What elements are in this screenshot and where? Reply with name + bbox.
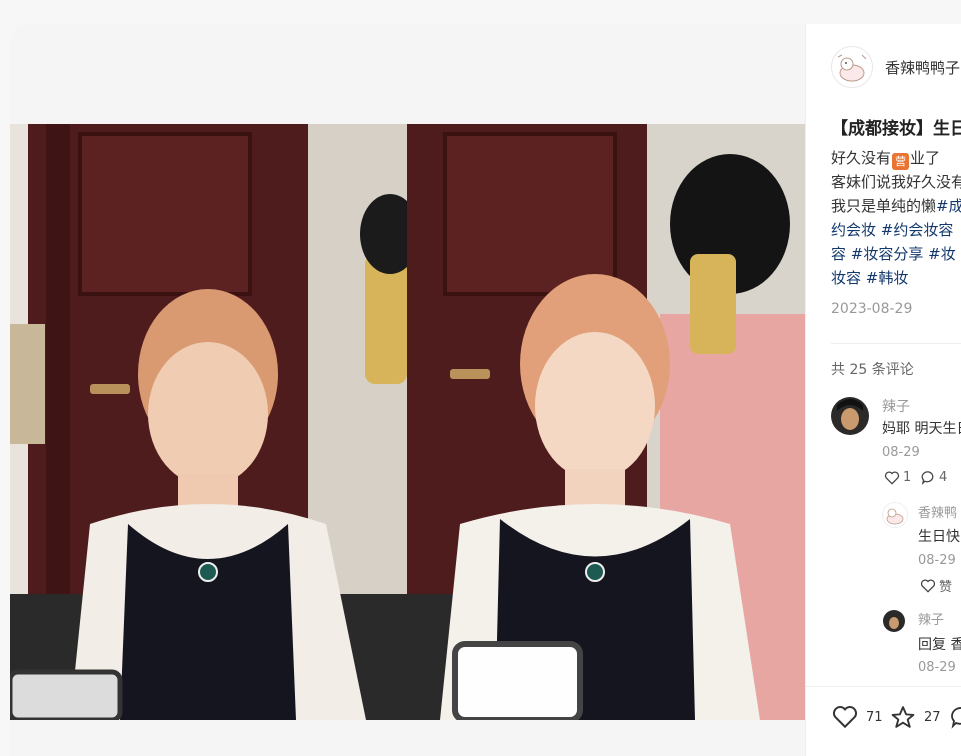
divider <box>831 343 961 344</box>
comment-reply-button[interactable]: 4 <box>921 470 947 485</box>
comment-like-count: 1 <box>903 470 912 485</box>
chat-bubble-icon <box>921 471 934 485</box>
replier-name[interactable]: 香辣鸭 <box>918 502 957 521</box>
like-count: 71 <box>866 709 883 725</box>
commenter-avatar[interactable] <box>831 397 869 435</box>
comment-like-button[interactable]: 1 <box>884 470 911 485</box>
hashtag-link[interactable]: #约会妆容 <box>881 221 954 239</box>
note-title: 【成都接妆】生日 <box>831 119 961 139</box>
star-icon <box>891 706 915 728</box>
author-avatar[interactable] <box>831 46 873 88</box>
hashtag-link[interactable]: #妆容分享 <box>851 245 924 263</box>
desc-line: 好久没有营业了 <box>831 146 961 170</box>
collect-button[interactable]: 27 <box>890 705 941 730</box>
heart-icon <box>920 579 936 593</box>
hashtag-link[interactable]: #韩妆 <box>866 269 909 287</box>
replier-avatar[interactable] <box>883 610 905 632</box>
desc-line: 容 #妆容分享 #妆 <box>831 242 961 266</box>
reply-text: 回复 香 <box>918 637 961 653</box>
desc-line: 约会妆 #约会妆容 <box>831 218 961 242</box>
note-media[interactable] <box>10 24 805 756</box>
desc-text: 我只是单纯的懒 <box>831 197 937 215</box>
hashtag-link[interactable]: #成 <box>936 197 961 215</box>
like-button[interactable]: 71 <box>832 705 883 729</box>
desc-line: 我只是单纯的懒#成 <box>831 194 961 218</box>
hashtag-link[interactable]: #妆 <box>928 245 956 263</box>
comment-button[interactable] <box>950 705 961 729</box>
note-detail-panel: 香辣鸭鸭子 【成都接妆】生日 好久没有营业了 客妹们说我好久没有 我只是单纯的懒… <box>805 24 961 756</box>
shop-emoji-icon: 营 <box>892 153 910 170</box>
note-photo[interactable] <box>10 124 805 723</box>
reply-date: 08-29 <box>918 553 956 568</box>
desc-text: 好久没有 <box>831 149 892 167</box>
collect-count: 27 <box>924 710 941 725</box>
hashtag-link[interactable]: 容 <box>831 245 846 263</box>
author-name[interactable]: 香辣鸭鸭子 <box>885 57 960 78</box>
engagement-bar: 71 27 <box>806 686 961 756</box>
chat-bubble-icon <box>951 707 961 729</box>
comment-text: 妈耶 明天生日 <box>882 421 961 437</box>
desc-line: 妆容 #韩妆 <box>831 266 961 290</box>
comment-reply-count: 4 <box>939 470 948 485</box>
hashtag-link[interactable]: 约会妆 <box>831 221 876 239</box>
desc-text: 客妹们说我好久没有 <box>831 173 961 191</box>
heart-icon <box>832 706 858 729</box>
reply-date: 08-29 <box>918 660 956 675</box>
note-description: 好久没有营业了 客妹们说我好久没有 我只是单纯的懒#成 约会妆 #约会妆容 容 … <box>831 146 961 290</box>
comment-date: 08-29 <box>882 445 920 460</box>
replier-avatar[interactable] <box>882 502 908 528</box>
desc-line: 客妹们说我好久没有 <box>831 170 961 194</box>
replier-name[interactable]: 辣子 <box>918 609 944 628</box>
desc-text: 业了 <box>910 149 941 167</box>
author-row[interactable]: 香辣鸭鸭子 <box>831 46 960 88</box>
comment-count: 共 25 条评论 <box>831 362 914 378</box>
heart-icon <box>884 471 900 485</box>
note-date: 2023-08-29 <box>831 301 913 317</box>
reply-like-button[interactable]: 赞 <box>920 576 952 595</box>
scroll-fade <box>806 676 961 686</box>
hashtag-link[interactable]: 妆容 <box>831 269 861 287</box>
note-card: 香辣鸭鸭子 【成都接妆】生日 好久没有营业了 客妹们说我好久没有 我只是单纯的懒… <box>10 24 961 756</box>
reply-like-label: 赞 <box>939 580 953 595</box>
commenter-name[interactable]: 辣子 <box>882 396 910 416</box>
reply-text: 生日快 <box>918 529 960 545</box>
